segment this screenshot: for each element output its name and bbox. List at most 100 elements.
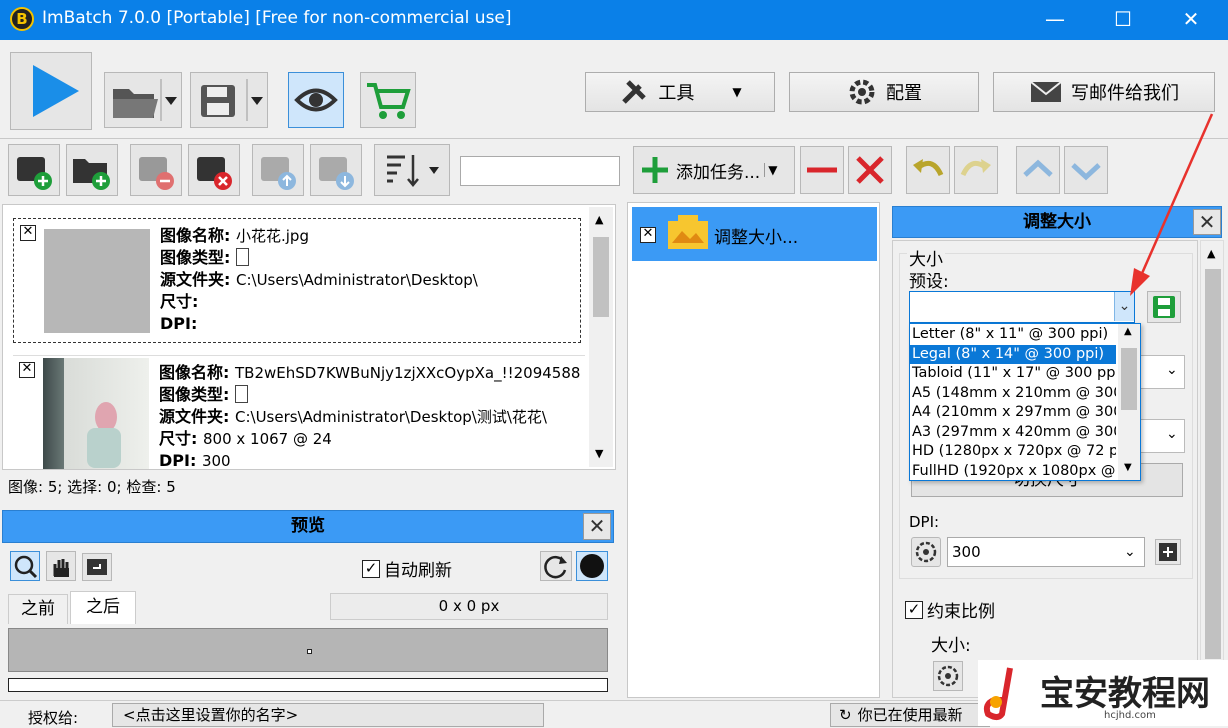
chevron-down-icon: ⌄ (1166, 362, 1178, 378)
add-image-button[interactable] (8, 144, 60, 196)
scroll-down-icon[interactable]: ▼ (595, 447, 603, 460)
tools-label: 工具 (658, 83, 695, 104)
remove-task-button[interactable] (800, 146, 844, 194)
preset-option-selected[interactable]: Legal (8" x 14" @ 300 ppi) (910, 344, 1116, 364)
scroll-up-icon[interactable]: ▲ (1124, 326, 1132, 337)
preview-canvas (8, 628, 608, 672)
dpi-reset-button[interactable] (911, 537, 941, 567)
preset-select[interactable]: ⌄ (909, 291, 1135, 323)
buy-button[interactable] (360, 72, 416, 128)
zoom-fit-button[interactable] (10, 551, 40, 581)
task-up-button[interactable] (1016, 146, 1060, 194)
dpi-select[interactable]: 300 ⌄ (947, 537, 1145, 567)
move-up-image-button[interactable] (252, 144, 304, 196)
open-button[interactable] (104, 72, 182, 128)
run-button[interactable] (10, 52, 92, 130)
resize-panel-scrollbar[interactable]: ▲ (1200, 240, 1224, 698)
scroll-thumb[interactable] (1205, 269, 1221, 659)
constrain-checkbox[interactable]: ✓ (905, 600, 923, 619)
redo-button[interactable] (954, 146, 998, 194)
dropdown-scrollbar[interactable]: ▲ ▼ (1118, 324, 1140, 480)
task-checkbox[interactable]: ✕ (640, 227, 656, 243)
watermark: 宝安教程网 hcjhd.com (978, 660, 1228, 726)
update-status: ↻ 你已在使用最新 (830, 703, 990, 727)
rotate-icon (87, 559, 107, 575)
sort-button[interactable] (374, 144, 450, 196)
save-button[interactable] (190, 72, 268, 128)
size-reset-button[interactable] (933, 661, 963, 691)
undo-button[interactable] (906, 146, 950, 194)
auto-refresh-toggle[interactable]: ✓ 自动刷新 (362, 556, 452, 581)
watermark-text: 宝安教程网 (1040, 674, 1210, 714)
chevron-down-icon (1071, 163, 1101, 181)
close-icon[interactable]: ✕ (583, 513, 611, 540)
scroll-thumb[interactable] (1121, 348, 1137, 410)
minimize-button[interactable]: — (1032, 0, 1078, 40)
clear-images-button[interactable] (188, 144, 240, 196)
chevron-down-icon: ▼ (764, 163, 777, 177)
scroll-up-icon[interactable]: ▲ (595, 213, 603, 226)
pan-button[interactable] (46, 551, 76, 581)
chevron-down-icon: ▼ (732, 85, 742, 99)
gear-icon (849, 79, 875, 105)
image-name: 小花花.jpg (235, 227, 309, 245)
preset-option[interactable]: A3 (297mm x 420mm @ 300 ppi) (910, 423, 1116, 443)
preset-option[interactable]: Letter (8" x 11" @ 300 ppi) (910, 325, 1116, 345)
list-item[interactable]: ✕ 图像名称: 小花花.jpg 图像类型: 源文件夹: C:\Users\Adm… (13, 218, 581, 343)
preset-option[interactable]: HD (1280px x 720px @ 72 ppi) (910, 442, 1116, 462)
task-down-button[interactable] (1064, 146, 1108, 194)
background-color-button[interactable] (576, 551, 608, 581)
image-folder: C:\Users\Administrator\Desktop\ (235, 271, 478, 289)
scroll-down-icon[interactable]: ▼ (1124, 462, 1132, 473)
licensed-label: 授权给: (28, 709, 79, 727)
email-us-button[interactable]: 写邮件给我们 (993, 72, 1215, 112)
config-button[interactable]: 配置 (789, 72, 979, 112)
constrain-toggle[interactable]: ✓ 约束比例 (905, 597, 995, 622)
images-status: 图像: 5; 选择: 0; 检查: 5 (8, 478, 176, 496)
close-button[interactable]: ✕ (1168, 0, 1214, 40)
rotate-button[interactable] (82, 553, 112, 581)
search-input[interactable] (460, 156, 620, 186)
auto-refresh-checkbox[interactable]: ✓ (362, 559, 380, 578)
tab-after[interactable]: 之后 (70, 591, 136, 624)
preview-toggle-button[interactable] (288, 72, 344, 128)
config-label: 配置 (886, 83, 922, 104)
email-label: 写邮件给我们 (1071, 83, 1179, 104)
image-info: 图像名称: 小花花.jpg 图像类型: 源文件夹: C:\Users\Admin… (160, 226, 478, 333)
image-thumbnail (44, 229, 150, 333)
maximize-button[interactable]: ☐ (1100, 0, 1146, 40)
remove-image-button[interactable] (130, 144, 182, 196)
image-folder: C:\Users\Administrator\Desktop\测试\花花\ (234, 408, 547, 426)
scroll-thumb[interactable] (593, 237, 609, 317)
move-down-image-button[interactable] (310, 144, 362, 196)
tools-menu-button[interactable]: 工具 ▼ (585, 72, 775, 112)
list-item[interactable]: ✕ 图像名称: TB2wEhSD7KWBuNjy1zjXXcOypXa_!!20… (13, 355, 585, 469)
add-task-button[interactable]: 添加任务... ▼ (633, 146, 795, 194)
dpi-add-button[interactable] (1155, 539, 1181, 565)
chevron-up-icon (1023, 159, 1053, 177)
add-folder-button[interactable] (66, 144, 118, 196)
preset-option[interactable]: FullHD (1920px x 1080px @ 72 ppi) (910, 462, 1116, 481)
preset-option[interactable]: A5 (148mm x 210mm @ 300 ppi) (910, 384, 1116, 404)
preset-option[interactable]: A4 (210mm x 297mm @ 300 ppi) (910, 403, 1116, 423)
add-image-icon (17, 157, 52, 190)
preview-header: 预览 ✕ (2, 510, 614, 543)
magnifier-icon (14, 555, 38, 579)
item-checkbox[interactable]: ✕ (19, 362, 35, 378)
scrollbar[interactable]: ▲ ▼ (589, 207, 613, 467)
item-checkbox[interactable]: ✕ (20, 225, 36, 241)
sort-icon (387, 155, 439, 187)
add-task-label: 添加任务... (676, 162, 761, 183)
preset-option[interactable]: Tabloid (11" x 17" @ 300 ppi) (910, 364, 1116, 384)
set-name-button[interactable]: <点击这里设置你的名字> (112, 703, 544, 727)
folder-open-icon (113, 79, 177, 121)
clear-tasks-button[interactable] (848, 146, 892, 194)
task-item[interactable]: ✕ 调整大小... (632, 207, 877, 261)
tab-before[interactable]: 之前 (8, 594, 68, 624)
preset-dropdown-list[interactable]: Letter (8" x 11" @ 300 ppi) Legal (8" x … (909, 323, 1141, 481)
image-remove-group (130, 144, 242, 196)
preview-dims: 0 x 0 px (330, 593, 608, 620)
resize-task-icon (668, 215, 708, 249)
add-folder-icon (73, 159, 110, 190)
refresh-button[interactable] (540, 551, 572, 581)
